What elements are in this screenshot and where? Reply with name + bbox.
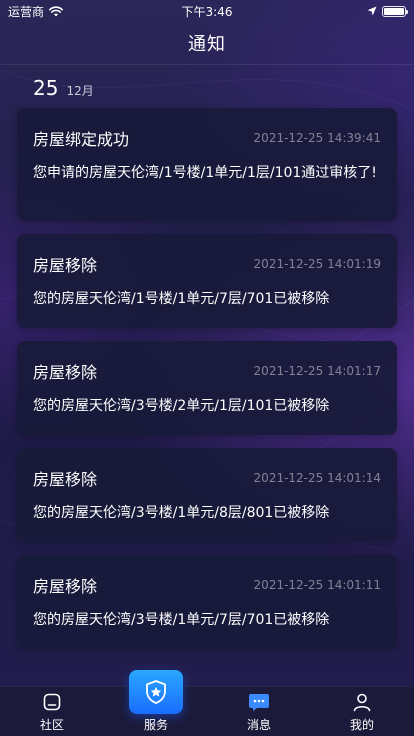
notification-time: 2021-12-25 14:39:41 bbox=[253, 131, 381, 145]
notification-card[interactable]: 房屋移除 2021-12-25 14:01:11 您的房屋天伦湾/3号楼/1单元… bbox=[17, 555, 397, 649]
notification-time: 2021-12-25 14:01:11 bbox=[253, 578, 381, 592]
tab-bar: 社区 消息 我的 bbox=[0, 686, 414, 736]
notification-screen: 运营商 下午3:46 通知 25 12月 房屋绑定成功 2021-12-25 1… bbox=[0, 0, 414, 736]
notification-card[interactable]: 房屋绑定成功 2021-12-25 14:39:41 您申请的房屋天伦湾/1号楼… bbox=[17, 108, 397, 221]
tab-community[interactable]: 社区 bbox=[17, 687, 87, 736]
tab-label: 我的 bbox=[349, 718, 374, 732]
notification-body: 您的房屋天伦湾/1号楼/1单元/7层/701已被移除 bbox=[33, 291, 330, 307]
header-divider bbox=[0, 64, 414, 65]
notification-card[interactable]: 房屋移除 2021-12-25 14:01:14 您的房屋天伦湾/3号楼/1单元… bbox=[17, 448, 397, 542]
date-day: 25 bbox=[33, 76, 59, 100]
notification-card[interactable]: 房屋移除 2021-12-25 14:01:19 您的房屋天伦湾/1号楼/1单元… bbox=[17, 234, 397, 328]
tab-label: 消息 bbox=[246, 718, 271, 732]
tab-profile[interactable]: 我的 bbox=[327, 687, 397, 736]
notification-body: 您的房屋天伦湾/3号楼/2单元/1层/101已被移除 bbox=[33, 398, 330, 414]
community-icon bbox=[41, 691, 63, 713]
shield-star-icon bbox=[146, 680, 166, 704]
notification-time: 2021-12-25 14:01:19 bbox=[253, 257, 381, 271]
notification-card[interactable]: 房屋移除 2021-12-25 14:01:17 您的房屋天伦湾/3号楼/2单元… bbox=[17, 341, 397, 435]
status-bar: 运营商 下午3:46 bbox=[0, 0, 414, 22]
battery-icon bbox=[382, 5, 408, 17]
notification-list: 房屋绑定成功 2021-12-25 14:39:41 您申请的房屋天伦湾/1号楼… bbox=[17, 108, 397, 662]
notification-time: 2021-12-25 14:01:14 bbox=[253, 471, 381, 485]
notification-title: 房屋移除 bbox=[33, 577, 98, 596]
notification-body: 您申请的房屋天伦湾/1号楼/1单元/1层/101通过审核了! bbox=[33, 165, 377, 181]
page-title: 通知 bbox=[188, 34, 226, 55]
date-month: 12月 bbox=[66, 84, 94, 98]
notification-body: 您的房屋天伦湾/3号楼/1单元/7层/701已被移除 bbox=[33, 612, 330, 628]
notification-body: 您的房屋天伦湾/3号楼/1单元/8层/801已被移除 bbox=[33, 505, 330, 521]
message-icon bbox=[248, 691, 270, 713]
notification-title: 房屋移除 bbox=[33, 363, 98, 382]
tab-messages[interactable]: 消息 bbox=[224, 687, 294, 736]
status-time: 下午3:46 bbox=[181, 4, 233, 19]
profile-icon bbox=[351, 691, 373, 713]
notification-title: 房屋移除 bbox=[33, 470, 98, 489]
notification-title: 房屋绑定成功 bbox=[33, 130, 130, 149]
tab-service-button[interactable] bbox=[129, 670, 183, 714]
tab-label: 社区 bbox=[39, 718, 64, 732]
date-group-header: 25 12月 bbox=[33, 76, 94, 100]
notification-title: 房屋移除 bbox=[33, 256, 98, 275]
notification-time: 2021-12-25 14:01:17 bbox=[253, 364, 381, 378]
tab-service-label: 服务 bbox=[143, 718, 168, 732]
